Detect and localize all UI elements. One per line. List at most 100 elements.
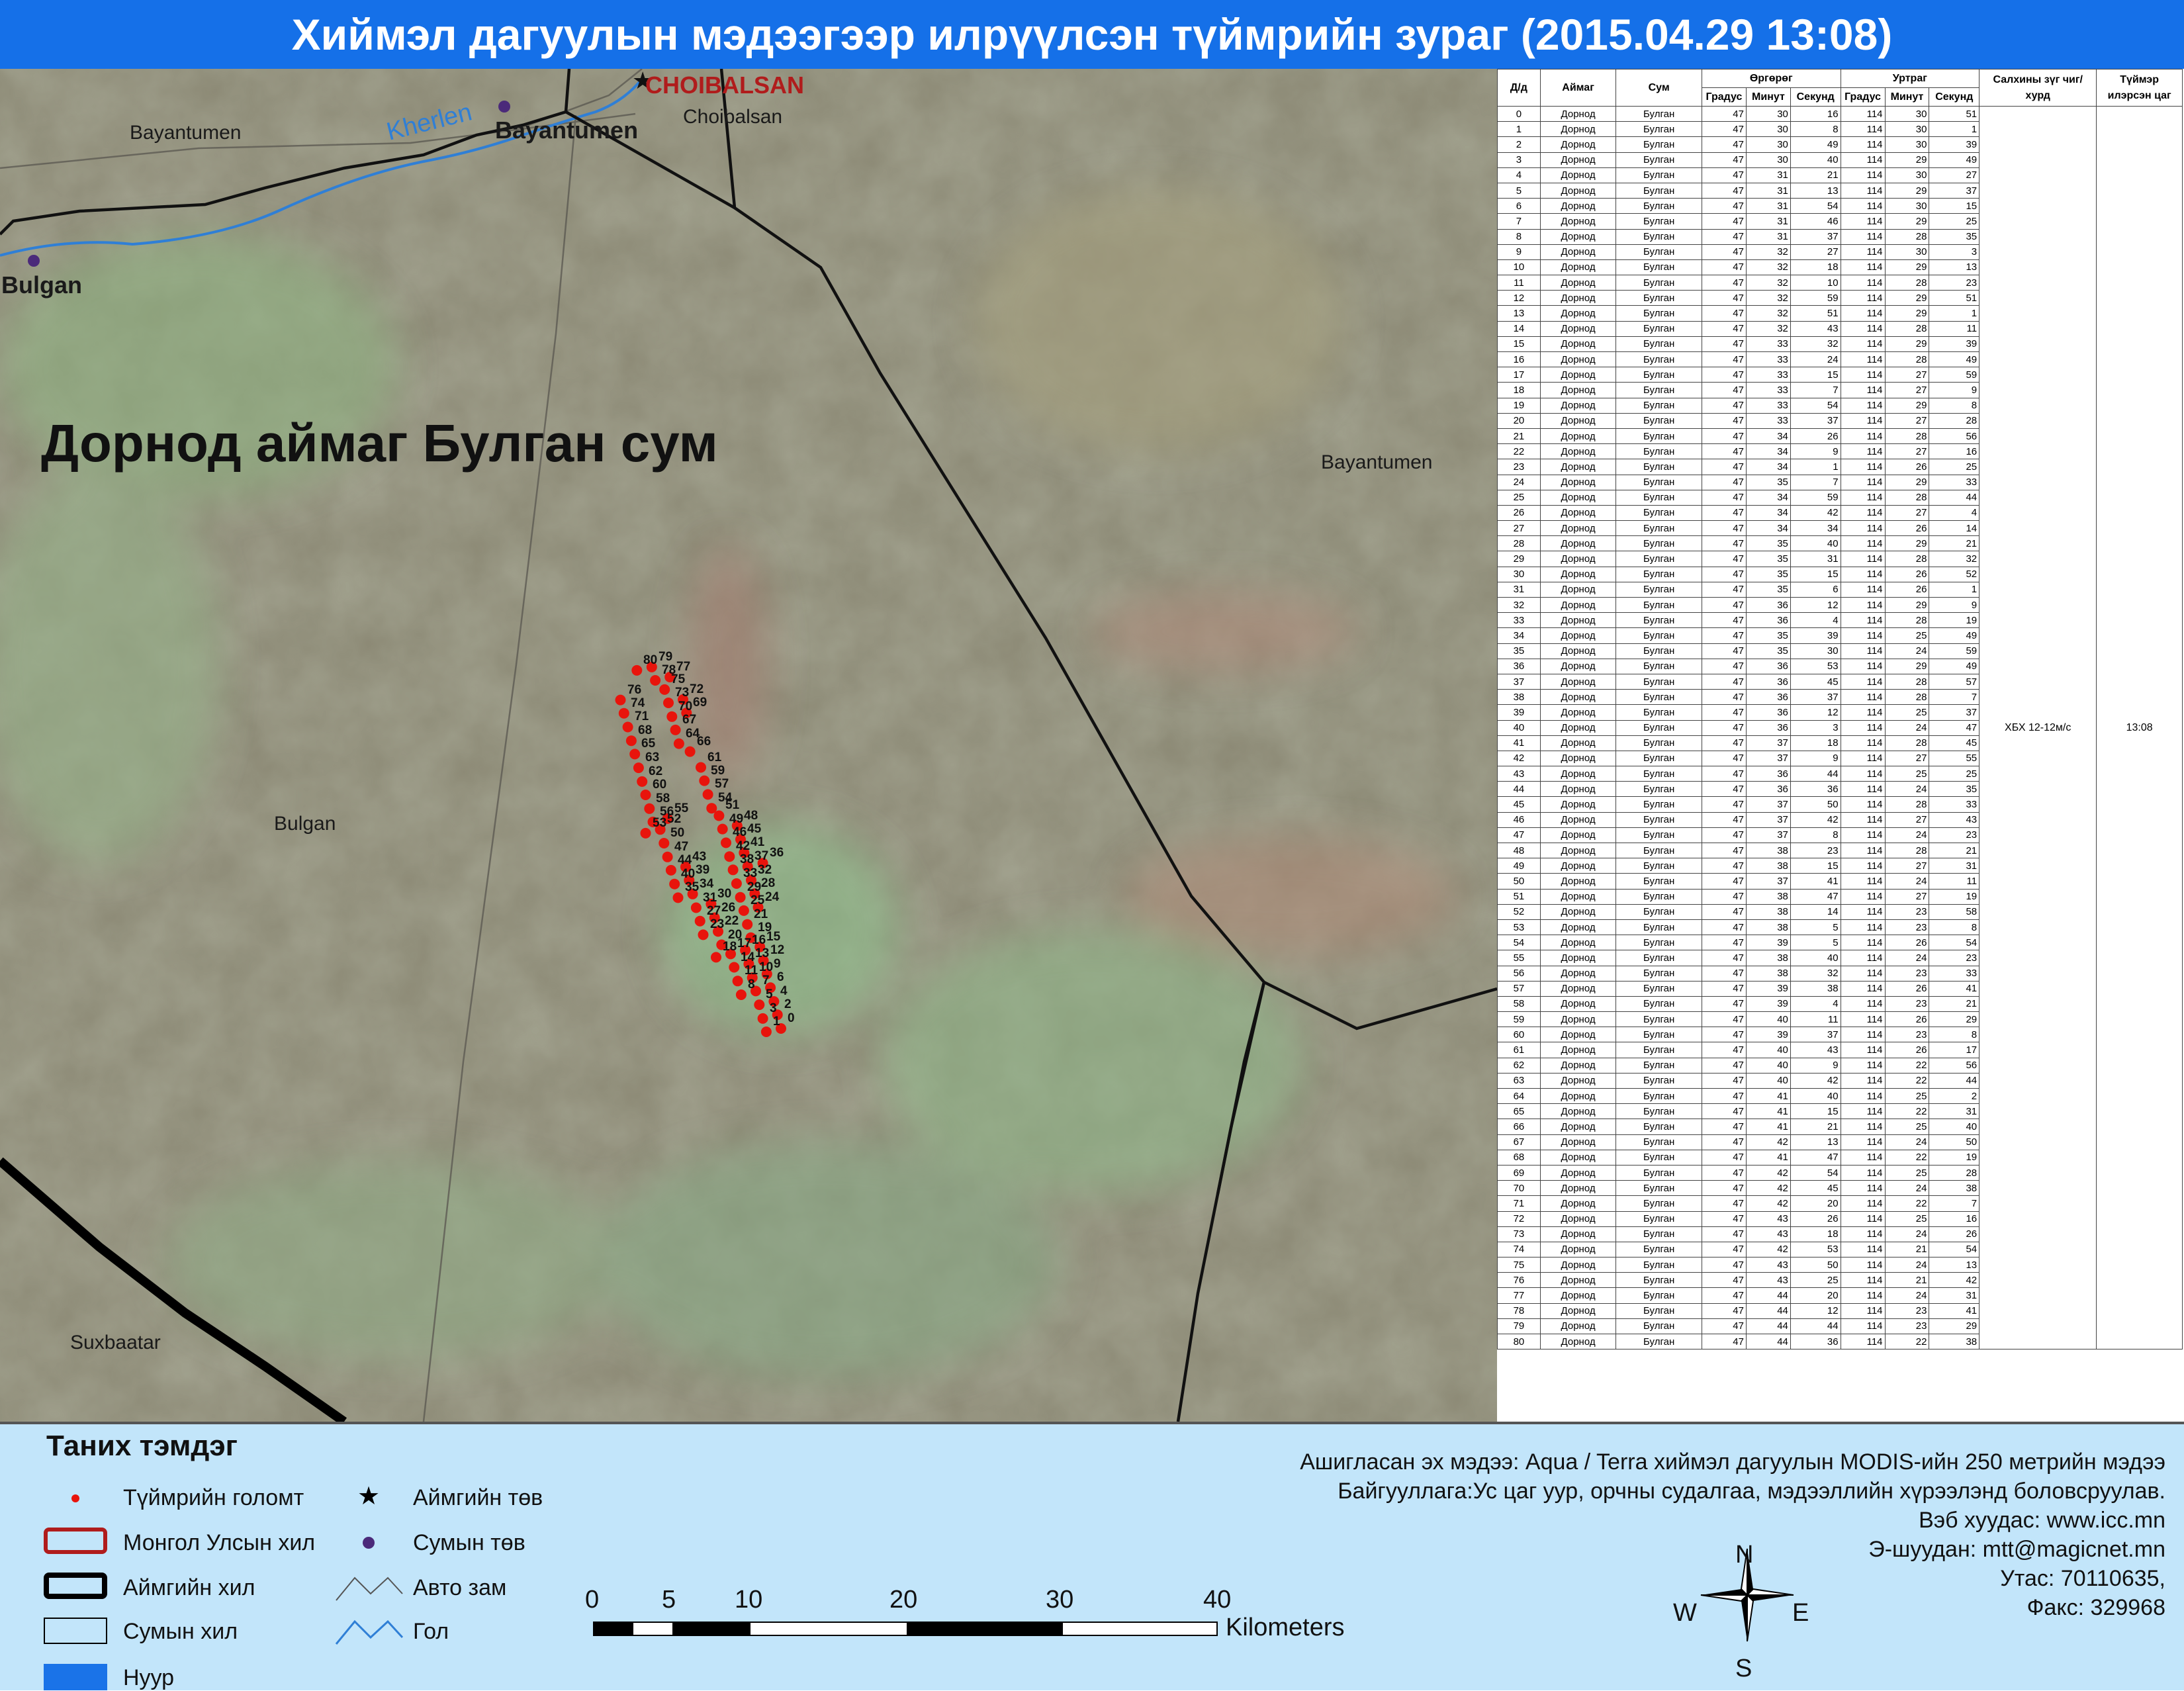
table-cell: 62	[1497, 1057, 1541, 1074]
table-cell: 47	[1701, 167, 1747, 183]
table-cell: 18	[1790, 1226, 1841, 1242]
table-cell: 44	[1929, 489, 1980, 506]
fire-point-label: 70	[678, 700, 693, 713]
table-cell: 114	[1840, 367, 1886, 383]
table-cell: 47	[1701, 781, 1747, 798]
fire-point	[615, 694, 626, 706]
table-cell: 41	[1790, 873, 1841, 890]
fire-table-body: 0 Дорнод Булган 47 30 16 114 30 51 ХБХ 12-12м/с 13…	[1497, 105, 2183, 1350]
table-cell: 55	[1929, 750, 1980, 767]
compass-west: W	[1673, 1599, 1697, 1627]
table-cell: 79	[1497, 1318, 1541, 1335]
fire-point-label: 39	[696, 863, 710, 877]
table-cell: 47	[1701, 489, 1747, 506]
table-cell: Булган	[1615, 259, 1702, 276]
table-cell: 43	[1790, 1042, 1841, 1058]
fire-point-label: 73	[675, 686, 690, 700]
table-cell: 114	[1840, 627, 1886, 644]
table-cell: 24	[1884, 873, 1930, 890]
table-cell: 22	[1884, 1149, 1930, 1165]
fire-point-label: 41	[751, 835, 765, 849]
table-cell: 27	[1884, 888, 1930, 905]
table-cell: 30	[1745, 152, 1791, 168]
table-cell: Булган	[1615, 351, 1702, 368]
map-area[interactable]: ★ CHOIBALSAN Choibalsan Bayantumen Bayan…	[0, 69, 1497, 1422]
table-cell: 47	[1701, 950, 1747, 966]
table-cell: 4	[1790, 612, 1841, 629]
wind-cell: ХБХ 12-12м/с	[1979, 105, 2097, 1350]
table-cell: 21	[1929, 842, 1980, 859]
table-cell: 15	[1790, 566, 1841, 582]
table-cell: 47	[1701, 995, 1747, 1013]
table-cell: 36	[1745, 704, 1791, 721]
table-cell: 24	[1884, 1134, 1930, 1150]
table-cell: Дорнод	[1539, 750, 1617, 767]
table-cell: 47	[1701, 152, 1747, 168]
table-cell: 38	[1497, 689, 1541, 706]
table-cell: Дорнод	[1539, 367, 1617, 383]
fire-point-label: 38	[740, 852, 754, 866]
table-cell: 25	[1497, 489, 1541, 506]
table-cell: 28	[1884, 842, 1930, 859]
table-cell: Булган	[1615, 382, 1702, 398]
table-cell: 47	[1701, 459, 1747, 475]
table-cell: 114	[1840, 551, 1886, 567]
table-cell: 27	[1929, 167, 1980, 183]
table-cell: 74	[1497, 1241, 1541, 1258]
table-cell: Дорнод	[1539, 1087, 1617, 1105]
table-cell: 42	[1745, 1195, 1791, 1212]
table-cell: 28	[1884, 275, 1930, 291]
table-cell: 36	[1790, 1333, 1841, 1350]
table-cell: 28	[1884, 689, 1930, 706]
table-cell: Дорнод	[1539, 766, 1617, 782]
header-lon-min: Минут	[1884, 87, 1930, 107]
legend-sum-center: Сумын төв	[413, 1530, 525, 1555]
table-cell: 59	[1790, 489, 1841, 506]
table-cell: 114	[1840, 566, 1886, 582]
table-cell: Булган	[1615, 858, 1702, 874]
fire-point-label: 43	[692, 850, 707, 864]
table-cell: 114	[1840, 827, 1886, 844]
table-cell: 41	[1745, 1103, 1791, 1120]
table-cell: 47	[1701, 428, 1747, 445]
table-cell: 47	[1701, 397, 1747, 414]
legend-river: Гол	[413, 1619, 449, 1644]
table-cell: 114	[1840, 1318, 1886, 1335]
table-cell: Дорнод	[1539, 320, 1617, 337]
fire-point-label: 74	[631, 696, 645, 710]
table-cell: 27	[1884, 750, 1930, 767]
table-cell: 114	[1840, 750, 1886, 767]
table-cell: 26	[1884, 520, 1930, 537]
fire-point-label: 10	[759, 960, 774, 974]
table-cell: 114	[1840, 520, 1886, 537]
table-cell: 47	[1701, 1119, 1747, 1135]
table-cell: Дорнод	[1539, 811, 1617, 828]
table-cell: Дорнод	[1539, 336, 1617, 353]
table-cell: 39	[1929, 136, 1980, 153]
table-cell: 114	[1840, 336, 1886, 353]
table-cell: Булган	[1615, 1287, 1702, 1304]
table-cell: Булган	[1615, 1011, 1702, 1028]
table-cell: 1	[1929, 121, 1980, 138]
table-cell: 32	[1497, 596, 1541, 614]
table-cell: 54	[1929, 1241, 1980, 1258]
table-cell: 47	[1701, 182, 1747, 199]
table-cell: Дорнод	[1539, 1180, 1617, 1197]
table-cell: 29	[1884, 259, 1930, 276]
fire-coordinates-panel: Д/д Аймаг Сум Өргөрөг Уртраг Салхины зүг…	[1497, 69, 2184, 1422]
table-cell: 40	[1790, 535, 1841, 552]
table-cell: 114	[1840, 950, 1886, 966]
table-cell: Булган	[1615, 1164, 1702, 1181]
table-cell: 40	[1745, 1011, 1791, 1028]
table-cell: Булган	[1615, 1072, 1702, 1089]
table-cell: 49	[1497, 858, 1541, 874]
aimag-border-icon	[44, 1573, 107, 1599]
table-cell: 114	[1840, 980, 1886, 997]
fire-point-label: 24	[765, 890, 780, 904]
table-cell: 27	[1884, 858, 1930, 874]
map-title: Хиймэл дагуулын мэдээгээр илрүүлсэн түйм…	[0, 0, 2184, 69]
table-cell: 7	[1929, 1195, 1980, 1212]
table-cell: Булган	[1615, 443, 1702, 460]
table-cell: 25	[1884, 1119, 1930, 1135]
table-cell: 32	[1790, 336, 1841, 353]
